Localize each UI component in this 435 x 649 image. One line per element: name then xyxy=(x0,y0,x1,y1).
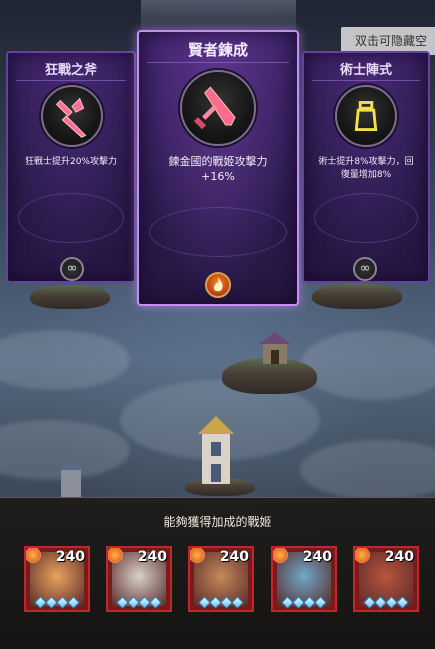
gem-icon xyxy=(231,596,244,609)
sword-icon xyxy=(180,70,256,146)
ornament xyxy=(18,193,124,243)
description-line: 鍊金國的戰姬攻擊力 xyxy=(168,155,268,168)
attribute-icon xyxy=(273,548,288,563)
attribute-icon xyxy=(355,548,370,563)
hero-portrait[interactable]: 240 xyxy=(353,546,419,612)
hero-portrait[interactable]: 240 xyxy=(188,546,254,612)
infinity-icon: ∞ xyxy=(60,257,84,281)
rank-gems xyxy=(281,596,327,609)
potion-icon xyxy=(335,85,397,147)
gem-icon xyxy=(314,596,327,609)
hero-level: 240 xyxy=(384,549,414,565)
gem-icon xyxy=(149,596,162,609)
ornament xyxy=(314,193,418,243)
buff-card-berserker-axe[interactable]: 狂戰之斧 狂戰士提升20%攻擊力 ∞ xyxy=(6,51,136,283)
gem-icon xyxy=(67,596,80,609)
buff-card-warlock-formation[interactable]: 術士陣式 術士提升8%攻擊力，回 復量增加8% ∞ xyxy=(302,51,430,283)
infinity-icon: ∞ xyxy=(353,257,377,281)
hero-level: 240 xyxy=(219,549,249,565)
ornament xyxy=(149,207,287,257)
buff-card-sage-alchemy[interactable]: 賢者鍊成 鍊金國的戰姬攻擊力 +16% xyxy=(137,30,299,306)
hero-level: 240 xyxy=(55,549,85,565)
divider xyxy=(147,57,289,63)
description-value: +16% xyxy=(201,170,235,183)
card-description: 鍊金國的戰姬攻擊力 +16% xyxy=(145,154,291,184)
divider xyxy=(16,75,126,81)
card-description: 狂戰士提升20%攻擊力 xyxy=(24,157,117,167)
axe-icon xyxy=(41,85,103,147)
rank-gems xyxy=(116,596,162,609)
divider xyxy=(312,75,420,81)
rank-gems xyxy=(198,596,244,609)
cloud xyxy=(300,440,435,500)
hero-level: 240 xyxy=(302,549,332,565)
cloud xyxy=(0,330,130,390)
hero-portrait[interactable]: 240 xyxy=(106,546,172,612)
rank-gems xyxy=(34,596,80,609)
cloud xyxy=(300,330,435,400)
floating-island xyxy=(312,283,402,309)
flame-icon xyxy=(205,272,231,298)
hero-portrait[interactable]: 240 xyxy=(24,546,90,612)
tower-icon xyxy=(58,460,84,498)
attribute-icon xyxy=(108,548,123,563)
tower-icon xyxy=(198,416,234,484)
attribute-icon xyxy=(190,548,205,563)
eligible-heroes-panel: 能夠獲得加成的戰姬 240 240 240 240 240 xyxy=(0,497,435,649)
shrine-icon xyxy=(259,332,291,364)
gem-icon xyxy=(396,596,409,609)
description-line: 復量增加8% xyxy=(340,170,392,180)
floating-island xyxy=(30,285,110,309)
game-screen: 双击可隐藏空 狂戰之斧 狂戰士提升20%攻擊力 ∞ 賢者鍊成 鍊金國的戰姬攻擊力… xyxy=(0,0,435,649)
hero-portrait[interactable]: 240 xyxy=(271,546,337,612)
description-line: 術士提升8%攻擊力，回 xyxy=(318,157,414,167)
attribute-icon xyxy=(26,548,41,563)
card-description: 術士提升8%攻擊力，回 復量增加8% xyxy=(310,156,422,182)
panel-title: 能夠獲得加成的戰姬 xyxy=(163,515,272,529)
hero-level: 240 xyxy=(137,549,167,565)
rank-gems xyxy=(363,596,409,609)
